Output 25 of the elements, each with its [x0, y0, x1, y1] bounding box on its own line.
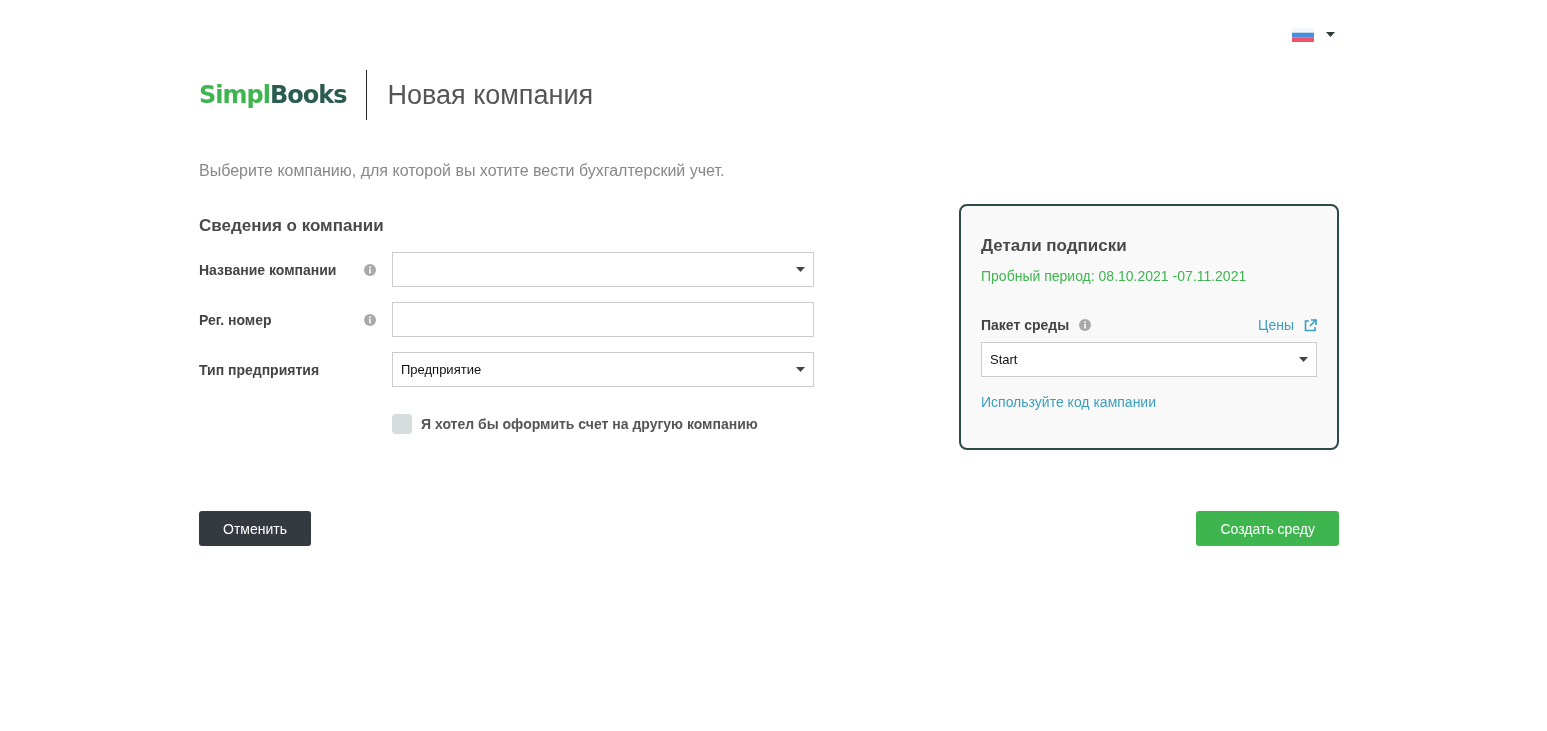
- info-icon: [1079, 319, 1092, 331]
- select-field[interactable]: Start: [981, 342, 1317, 377]
- checkbox[interactable]: [392, 414, 412, 434]
- caret-icon: [1299, 357, 1308, 362]
- section-title: Сведения о компании: [199, 216, 385, 236]
- logo: SimplBooks: [199, 81, 347, 109]
- caret-icon: [796, 267, 805, 272]
- text-field[interactable]: [392, 302, 814, 337]
- russian-flag-icon: [1292, 27, 1314, 42]
- field-label: Пакет среды: [981, 317, 1070, 333]
- intro-text: Выберите компанию, для которой вы хотите вести бухгалтерский учет.: [199, 162, 726, 180]
- field-label: Тип предприятия: [199, 361, 321, 378]
- card-title: Детали подписки: [981, 236, 1128, 256]
- field-label: Название компании: [199, 261, 338, 278]
- cancel-button[interactable]: Отменить: [199, 511, 311, 546]
- page-title: Новая компания: [387, 79, 594, 111]
- select-field[interactable]: [392, 252, 814, 287]
- caret-icon: [796, 367, 805, 372]
- checkbox-label: Я хотел бы оформить счет на другую компанию: [421, 416, 758, 432]
- field-label: Рег. номер: [199, 311, 273, 328]
- language-selector[interactable]: [1292, 27, 1335, 42]
- external-link-icon: [1304, 318, 1317, 332]
- caret-icon: [1326, 32, 1335, 37]
- select-field[interactable]: Предприятие: [392, 352, 814, 387]
- trial-period-text: Пробный период: 08.10.2021 -07.11.2021: [981, 268, 1248, 284]
